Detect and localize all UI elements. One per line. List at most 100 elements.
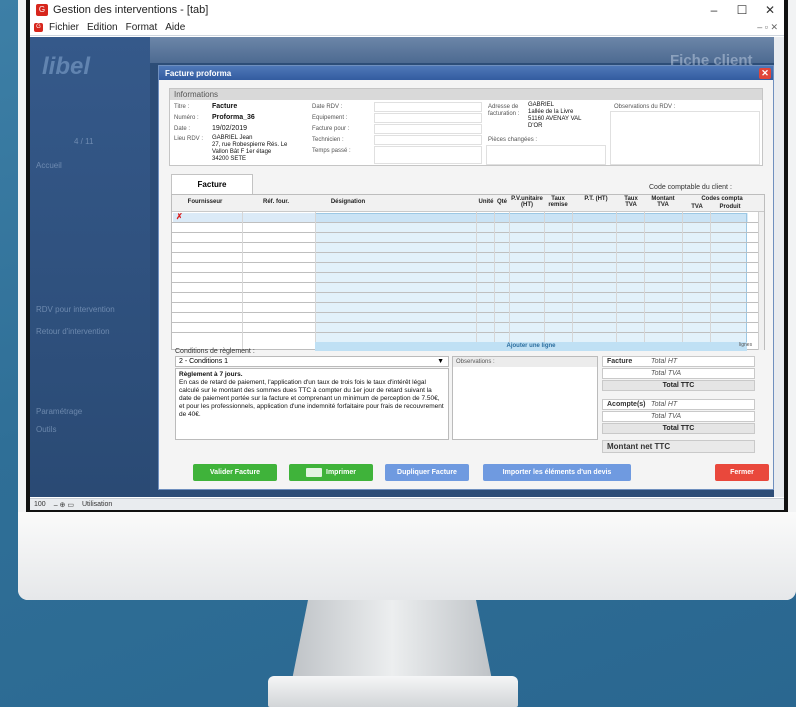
date-rdv-field[interactable] — [374, 102, 482, 112]
date-value[interactable]: 19/02/2019 — [212, 125, 247, 132]
technicien-field[interactable] — [374, 135, 482, 145]
mdi-controls[interactable]: – ▫ ✕ — [757, 22, 778, 33]
grid-column-divider — [616, 212, 617, 350]
statusbar: 100 – ⊕ ▭ Utilisation — [30, 498, 784, 510]
col-taux-remise[interactable]: Taux remise — [545, 196, 571, 208]
col-taux-tva[interactable]: Taux TVA — [618, 196, 644, 208]
lieu-rdv-label: Lieu RDV : — [174, 136, 204, 142]
imprimer-button[interactable]: Imprimer — [289, 464, 373, 481]
invoice-lines-grid: Fournisseur Réf. four. Désignation Unité… — [171, 194, 765, 351]
sidebar-item-outils[interactable]: Outils — [36, 425, 56, 434]
minimize-button[interactable]: – — [700, 3, 728, 17]
col-ref-four[interactable]: Réf. four. — [256, 199, 296, 205]
table-row — [172, 302, 758, 303]
col-pt-ht[interactable]: P.T. (HT) — [576, 196, 616, 202]
zoom-controls-icon[interactable]: – ⊕ ▭ — [54, 501, 74, 509]
monitor: G Gestion des interventions - [tab] – ☐ … — [18, 0, 796, 600]
monitor-bezel: G Gestion des interventions - [tab] – ☐ … — [26, 0, 788, 512]
menu-edition[interactable]: Edition — [87, 22, 118, 33]
sidebar: libel 4 / 11 Accueil RDV pour interventi… — [30, 37, 150, 497]
grid-column-divider — [315, 212, 316, 350]
grid-column-divider — [644, 212, 645, 350]
equipement-label: Equipement : — [312, 115, 348, 121]
temps-passe-field[interactable] — [374, 146, 482, 164]
equipement-field[interactable] — [374, 113, 482, 123]
table-row — [172, 232, 758, 233]
chevron-down-icon[interactable]: ▼ — [437, 357, 444, 367]
menu-format[interactable]: Format — [126, 22, 158, 33]
mode-label: Utilisation — [81, 501, 113, 508]
date-rdv-label: Date RDV : — [312, 104, 343, 110]
date-label: Date : — [174, 126, 191, 132]
grid-column-divider — [710, 212, 711, 350]
valider-facture-button[interactable]: Valider Facture — [193, 464, 277, 481]
window-scrollbar[interactable] — [774, 37, 784, 497]
close-window-button[interactable]: ✕ — [756, 3, 784, 17]
table-row — [172, 262, 758, 263]
col-montant-tva[interactable]: Montant TVA — [645, 196, 681, 208]
menu-fichier[interactable]: Fichier — [49, 22, 79, 33]
numero-value[interactable]: Proforma_36 — [212, 114, 255, 121]
col-unite[interactable]: Unité — [477, 199, 495, 205]
col-qte[interactable]: Qté — [495, 199, 509, 205]
grid-scrollbar[interactable] — [758, 212, 764, 350]
facture-pour-field[interactable] — [374, 124, 482, 134]
grid-column-divider — [242, 212, 243, 350]
dialog-close-button[interactable]: ✕ — [759, 67, 771, 79]
observations-box[interactable]: Observations : — [452, 356, 598, 440]
adresse-facturation-value[interactable]: GABRIEL 1allée de la Livre 51160 AVENAY … — [528, 102, 581, 130]
delete-row-icon[interactable]: ✗ — [176, 212, 183, 221]
sidebar-pager[interactable]: 4 / 11 — [74, 137, 93, 146]
col-pv-unitaire[interactable]: P.V.unitaire (HT) — [510, 196, 544, 208]
maximize-button[interactable]: ☐ — [728, 3, 756, 17]
menu-aide[interactable]: Aide — [165, 22, 185, 33]
sidebar-item-retour[interactable]: Retour d'intervention — [36, 327, 110, 336]
acompte-total-tva: Total TVA — [602, 411, 755, 422]
zoom-level[interactable]: 100 — [34, 501, 46, 508]
table-row — [172, 282, 758, 283]
window-titlebar: G Gestion des interventions - [tab] – ☐ … — [30, 0, 784, 20]
printer-icon — [306, 467, 323, 477]
conditions-label: Conditions de règlement : — [175, 348, 255, 355]
montant-net-ttc: Montant net TTC — [602, 440, 755, 453]
titre-value[interactable]: Facture — [212, 103, 237, 110]
grid-column-divider — [544, 212, 545, 350]
tab-facture[interactable]: Facture — [171, 174, 253, 194]
grid-column-divider — [682, 212, 683, 350]
table-row — [172, 292, 758, 293]
col-codes-produit[interactable]: Produit — [712, 204, 748, 210]
table-row — [172, 332, 758, 333]
informations-heading: Informations — [170, 89, 762, 100]
pieces-changees-label: Pièces changées : — [488, 137, 538, 143]
acompte-total-ht: Acompte(s) Total HT — [602, 399, 755, 410]
facture-total-tva: Total TVA — [602, 368, 755, 379]
lieu-rdv-value[interactable]: GABRIEL Jean 27, rue Robespierre Rés. Le… — [212, 135, 287, 163]
grid-column-divider — [494, 212, 495, 350]
conditions-selected-value: 2 - Conditions 1 — [179, 358, 229, 365]
sidebar-item-parametrage[interactable]: Paramétrage — [36, 407, 82, 416]
col-designation[interactable]: Désignation — [318, 199, 378, 205]
importer-devis-button[interactable]: Importer les éléments d'un devis — [483, 464, 631, 481]
pieces-changees-field[interactable] — [486, 145, 606, 165]
sidebar-item-rdv[interactable]: RDV pour intervention — [36, 305, 115, 314]
sidebar-item-accueil[interactable]: Accueil — [36, 161, 62, 170]
adresse-facturation-label: Adresse de facturation : — [488, 104, 520, 117]
col-codes-tva[interactable]: TVA — [684, 204, 710, 210]
temps-passe-label: Temps passé : — [312, 148, 351, 154]
menu-app-icon: G — [34, 23, 43, 32]
col-fournisseur[interactable]: Fournisseur — [176, 199, 234, 205]
informations-panel: Informations Titre : Facture Numéro : Pr… — [169, 88, 763, 166]
dupliquer-facture-button[interactable]: Dupliquer Facture — [385, 464, 469, 481]
titre-label: Titre : — [174, 104, 190, 110]
conditions-select[interactable]: 2 - Conditions 1 ▼ — [175, 356, 449, 367]
col-codes-compta[interactable]: Codes compta — [684, 196, 760, 202]
observations-rdv-field[interactable] — [610, 111, 760, 165]
fermer-button[interactable]: Fermer — [715, 464, 769, 481]
grid-column-divider — [476, 212, 477, 350]
table-row — [172, 222, 758, 223]
numero-label: Numéro : — [174, 115, 199, 121]
conditions-title: Règlement à 7 jours. — [179, 371, 243, 378]
observations-label: Observations : — [453, 357, 597, 367]
conditions-text[interactable]: Règlement à 7 jours. En cas de retard de… — [175, 368, 449, 440]
add-line-button[interactable]: Ajouter une ligne — [315, 342, 747, 351]
